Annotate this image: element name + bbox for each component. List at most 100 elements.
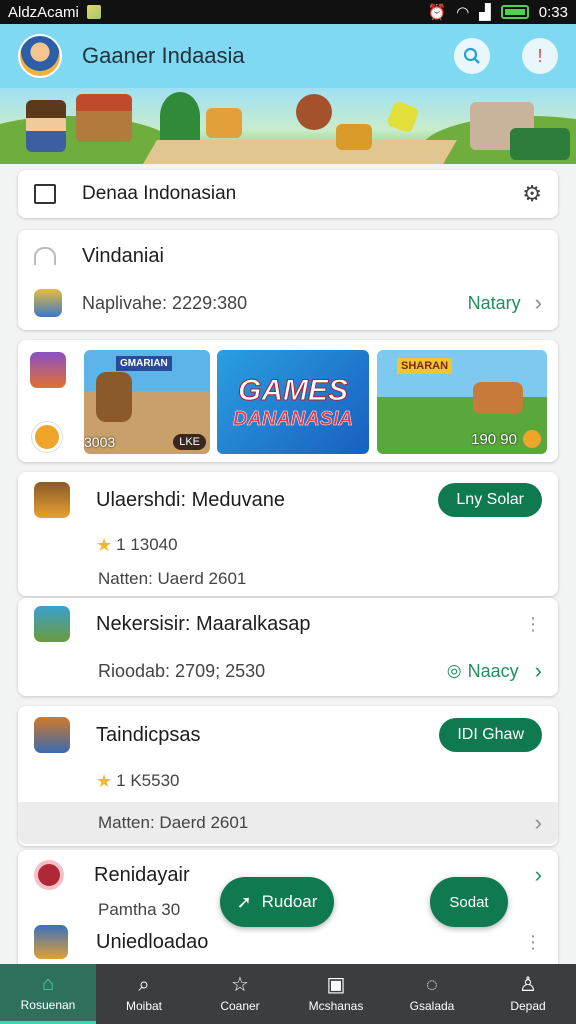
page-title: Gaaner Indaasia xyxy=(82,43,245,68)
nav-item-search[interactable]: ⌕ Moibat xyxy=(96,964,192,1024)
list-icon xyxy=(34,184,56,204)
hero-character-icon xyxy=(26,100,66,152)
star-icon: ☆ xyxy=(231,974,249,996)
alert-button[interactable]: ! xyxy=(522,38,558,74)
list-item-title: Renidayair xyxy=(94,863,190,886)
list-item-title: Nekersisir: Maaralkasap xyxy=(96,612,311,635)
featured-tile[interactable]: SHARAN 190 90 xyxy=(377,350,547,454)
summary-card[interactable]: Vindaniai Naplivahe: 2229:380 Natary › xyxy=(18,230,558,330)
log-icon xyxy=(336,124,372,150)
check-circle-icon: ◎ xyxy=(446,661,462,680)
chevron-right-icon[interactable]: › xyxy=(535,658,542,684)
palm-tree-icon xyxy=(160,92,200,140)
wifi-icon: ◠ xyxy=(456,4,470,21)
creature-icon xyxy=(206,108,242,138)
list-item-rating: 1 K5530 xyxy=(116,771,180,790)
more-options-icon[interactable]: ⋮ xyxy=(524,932,542,953)
list-item-meta: Matten: Daerd 2601 xyxy=(98,813,249,832)
list-item-title: Taindicpsas xyxy=(96,723,201,746)
category-label: Denaa Indonasian xyxy=(82,183,237,204)
start-fab[interactable]: Sodat xyxy=(430,877,508,927)
status-bar: AldzAcami ⏰ ◠ ▟ 0:33 xyxy=(0,0,576,24)
summary-title: Vindaniai xyxy=(82,244,164,267)
chevron-right-icon[interactable]: › xyxy=(535,290,542,316)
list-item-link[interactable]: Naacy xyxy=(468,661,519,682)
star-icon: ★ xyxy=(96,770,113,791)
alarm-icon: ⏰ xyxy=(427,4,447,21)
gem-icon xyxy=(386,100,420,134)
battery-icon xyxy=(500,5,529,19)
featured-tile-main[interactable]: GAMES DANANASIA xyxy=(217,350,369,454)
play-button[interactable]: IDI Ghaw xyxy=(439,718,542,752)
chevron-right-icon[interactable]: › xyxy=(535,810,542,836)
nav-item-messages[interactable]: ▣ Mcshanas xyxy=(288,964,384,1024)
notification-image-icon xyxy=(86,5,101,19)
list-item[interactable]: Taindicpsas IDI Ghaw ★ 1 K5530 Matten: D… xyxy=(18,706,558,846)
collapse-icon xyxy=(34,247,56,265)
gear-icon[interactable]: ⚙ xyxy=(522,181,542,207)
game-icon xyxy=(34,606,70,642)
list-item-title: Uniedloadao xyxy=(96,930,209,953)
game-icon xyxy=(34,289,62,317)
avatar[interactable] xyxy=(18,34,62,78)
clock-time: 0:33 xyxy=(538,3,568,21)
characters-icon xyxy=(473,382,523,414)
chevron-right-icon[interactable]: › xyxy=(535,862,542,888)
coin-icon xyxy=(523,430,541,448)
app-bar: Gaaner Indaasia ! xyxy=(0,24,576,88)
nav-item-home[interactable]: ⌂ Rosuenan xyxy=(0,964,96,1024)
nav-item-chat[interactable]: ◌ Gsalada xyxy=(384,964,480,1024)
play-button[interactable]: Lny Solar xyxy=(438,483,542,517)
game-icon xyxy=(34,717,70,753)
home-icon: ⌂ xyxy=(41,972,55,995)
game-icon xyxy=(34,860,64,890)
cursor-icon: ➚ xyxy=(236,891,252,912)
nav-label: Depad xyxy=(510,999,546,1013)
nav-label: Moibat xyxy=(125,999,163,1013)
bottom-nav: ⌂ Rosuenan ⌕ Moibat ☆ Coaner ▣ Mcshanas … xyxy=(0,964,576,1024)
hut-icon xyxy=(76,94,132,142)
tile-value: 190 90 xyxy=(471,431,517,448)
list-item[interactable]: Ulaershdi: Meduvane Lny Solar ★ 1 13040 … xyxy=(18,472,558,596)
list-item-meta: Natten: Uaerd 2601 xyxy=(98,569,247,588)
tile-badge: LKE xyxy=(173,434,206,450)
barrel-icon xyxy=(296,94,332,130)
list-item-meta: Pamtha 30 xyxy=(98,900,181,919)
summary-link[interactable]: Natary xyxy=(468,293,521,314)
more-options-icon[interactable]: ⋮ xyxy=(524,614,542,635)
road-shape xyxy=(143,140,457,164)
list-item-meta: Rioodab: 2709; 2530 xyxy=(98,660,266,681)
carrier-label: AldzAcami xyxy=(8,3,79,21)
search-icon: ⌕ xyxy=(138,974,150,996)
nav-label: Gsalada xyxy=(409,999,455,1013)
list-item[interactable]: Nekersisir: Maaralkasap ⋮ Rioodab: 2709;… xyxy=(18,598,558,696)
star-icon: ★ xyxy=(96,534,113,555)
list-item-title: Ulaershdi: Meduvane xyxy=(96,488,285,511)
game-icon xyxy=(34,925,68,959)
featured-tile[interactable]: GMARIAN 3003 LKE xyxy=(84,350,210,454)
game-icon[interactable] xyxy=(30,352,66,388)
featured-carousel: GMARIAN 3003 LKE GAMES DANANASIA SHARAN … xyxy=(18,340,558,462)
category-selector[interactable]: Denaa Indonasian ⚙ xyxy=(18,170,558,218)
list-item-rating: 1 13040 xyxy=(116,535,178,554)
tile-price: 3003 xyxy=(84,434,116,450)
tile-main-title: GAMES xyxy=(237,373,348,407)
search-icon xyxy=(463,47,480,64)
message-icon: ▣ xyxy=(326,974,346,996)
download-fab[interactable]: ➚ Rudoar xyxy=(220,877,334,927)
game-icon xyxy=(34,482,70,518)
summary-subtitle: Naplivahe: 2229:380 xyxy=(82,292,248,313)
chat-bubble-icon: ◌ xyxy=(426,974,438,996)
person-icon: ♙ xyxy=(519,974,537,996)
coin-icon xyxy=(32,422,62,452)
nav-item-favorites[interactable]: ☆ Coaner xyxy=(192,964,288,1024)
hero-banner[interactable] xyxy=(0,88,576,164)
nav-label: Mcshanas xyxy=(308,999,364,1013)
tile-title: SHARAN xyxy=(397,358,453,374)
nav-item-profile[interactable]: ♙ Depad xyxy=(480,964,576,1024)
nav-label: Coaner xyxy=(220,999,260,1013)
signal-icon: ▟ xyxy=(479,4,491,21)
search-button[interactable] xyxy=(454,38,490,74)
alert-icon: ! xyxy=(537,45,543,66)
chest-icon xyxy=(510,128,570,160)
